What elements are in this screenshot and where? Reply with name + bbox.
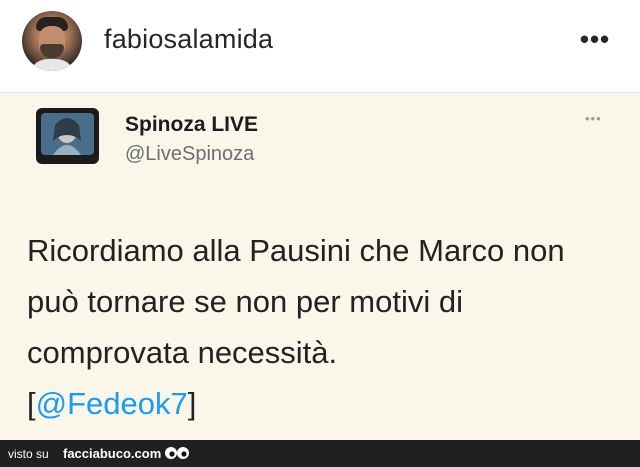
- watermark-visto-su: visto su: [8, 447, 49, 461]
- profile-avatar[interactable]: [22, 11, 82, 71]
- eyes-icon: [165, 447, 189, 459]
- tweet-handle[interactable]: @LiveSpinoza: [125, 143, 254, 166]
- tweet-line: comprovata necessità.: [27, 335, 338, 370]
- tweet-line: Ricordiamo alla Pausini che Marco non: [27, 233, 565, 268]
- watermark-site-link[interactable]: facciabuco.com: [63, 446, 161, 461]
- tweet-avatar[interactable]: [35, 105, 100, 167]
- more-options-icon[interactable]: •••: [578, 24, 612, 54]
- tweet-mention-line: [@Fedeok7]: [27, 378, 627, 429]
- profile-username[interactable]: fabiosalamida: [104, 24, 273, 55]
- tweet-line: può tornare se non per motivi di: [27, 284, 463, 319]
- tweet-card: Spinoza LIVE @LiveSpinoza ••• Ricordiamo…: [0, 93, 640, 440]
- bracket-open: [: [27, 386, 36, 421]
- tweet-text: Ricordiamo alla Pausini che Marco non pu…: [27, 225, 627, 429]
- tweet-more-icon[interactable]: •••: [585, 111, 602, 126]
- tweet-mention-link[interactable]: @Fedeok7: [36, 386, 188, 421]
- watermark-footer: visto su facciabuco.com: [0, 440, 640, 467]
- post-header: fabiosalamida •••: [0, 0, 640, 93]
- bracket-close: ]: [187, 386, 197, 421]
- tweet-display-name[interactable]: Spinoza LIVE: [125, 113, 258, 137]
